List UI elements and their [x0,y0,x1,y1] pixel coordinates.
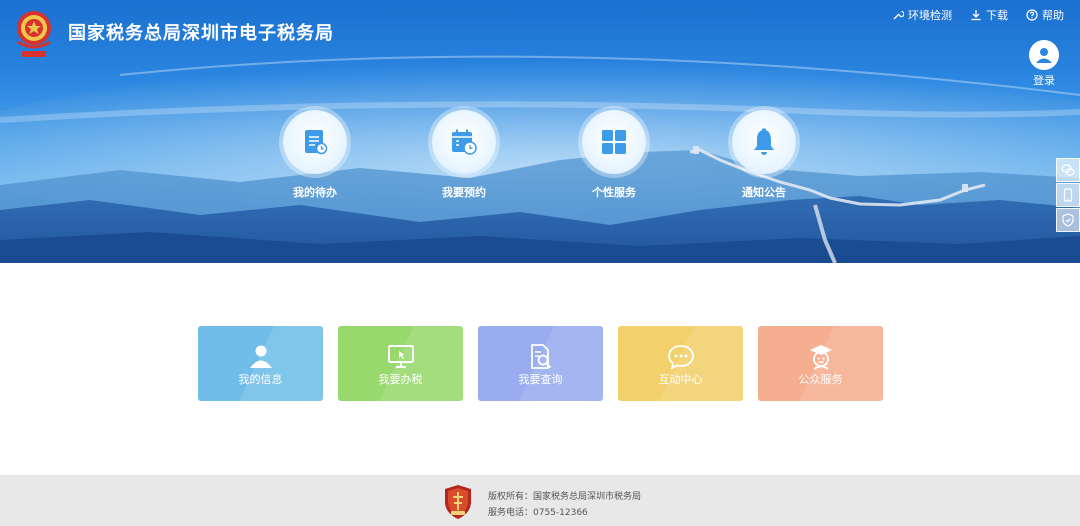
side-tool-security[interactable] [1056,208,1080,232]
side-tool-mobile[interactable] [1056,183,1080,207]
card-tax-handling[interactable]: 我要办税 [338,326,463,401]
site-title: 国家税务总局深圳市电子税务局 [68,23,334,44]
tax-badge-icon [445,485,471,519]
top-links: 环境检测 下载 帮助 [892,7,1064,23]
card-interaction[interactable]: 互动中心 [618,326,743,401]
calendar-clock-icon [452,129,477,155]
bell-icon [754,128,774,155]
login-button[interactable]: 登录 [1026,40,1062,88]
download-icon [971,10,981,21]
nav-my-todo[interactable]: 我的待办 [270,110,360,200]
footer-copyright: 版权所有：国家税务总局深圳市税务局 [488,492,642,502]
search-document-icon [530,344,551,369]
nav-personal-service[interactable]: 个性服务 [569,110,659,200]
side-tool-wechat[interactable] [1056,158,1080,182]
nav-appointment[interactable]: 我要预约 [419,110,509,200]
wrench-icon [893,10,904,20]
user-icon [249,345,272,368]
monitor-icon [387,345,414,368]
footer-info: 版权所有：国家税务总局深圳市税务局 服务电话：0755-12366 [488,489,641,521]
todo-list-icon [305,130,328,155]
card-my-info[interactable]: 我的信息 [198,326,323,401]
card-public-service[interactable]: 公众服务 [758,326,883,401]
chat-icon [667,345,694,370]
help-link[interactable]: 帮助 [1026,7,1064,23]
brand[interactable]: 国家税务总局深圳市电子税务局 [12,8,334,60]
user-avatar-icon [1029,40,1059,70]
env-check-link[interactable]: 环境检测 [892,7,952,23]
wechat-icon [1061,164,1075,176]
tax-emblem-icon [17,11,51,57]
side-toolbar [1056,158,1080,233]
footer-phone: 服务电话：0755-12366 [488,508,588,518]
hero-banner: 国家税务总局深圳市电子税务局 环境检测 下载 帮助 登录 我的待办 我要预约 个… [0,0,1080,263]
graduate-icon [809,345,832,370]
download-link[interactable]: 下载 [970,7,1008,23]
mobile-icon [1063,188,1073,202]
grid-icon [602,130,626,154]
nav-notice[interactable]: 通知公告 [719,110,809,200]
card-query[interactable]: 我要查询 [478,326,603,401]
help-icon [1026,9,1038,21]
shield-icon [1062,213,1074,227]
